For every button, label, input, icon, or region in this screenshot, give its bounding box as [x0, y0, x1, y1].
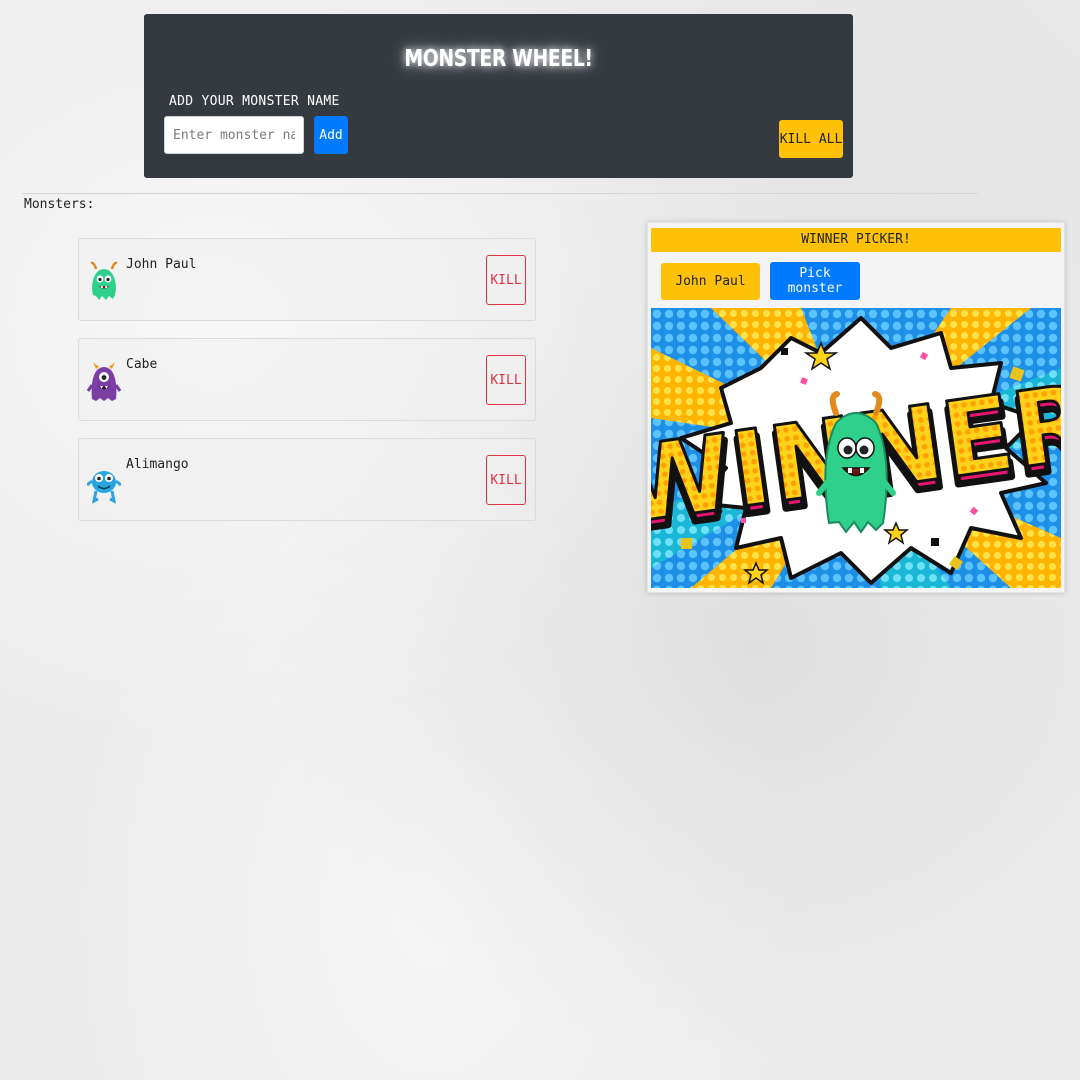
- monster-name-input[interactable]: [164, 116, 304, 154]
- kill-all-button[interactable]: KILL ALL: [779, 120, 843, 158]
- winner-picker-panel: WINNER PICKER! John Paul Pick monster: [647, 222, 1065, 593]
- monster-name: John Paul: [126, 257, 197, 272]
- kill-button[interactable]: KILL: [486, 455, 526, 505]
- monster-name: Alimango: [126, 457, 189, 472]
- pick-monster-button[interactable]: Pick monster: [770, 262, 860, 300]
- winner-picker-header: WINNER PICKER!: [651, 228, 1061, 252]
- monster-card: John Paul KILL: [78, 238, 536, 321]
- app-header: MONSTER WHEEL! ADD YOUR MONSTER NAME Add…: [144, 14, 853, 178]
- purple-monster-icon: [87, 359, 121, 405]
- monster-card: Cabe KILL: [78, 338, 536, 421]
- add-button[interactable]: Add: [314, 116, 348, 154]
- kill-button[interactable]: KILL: [486, 355, 526, 405]
- selected-winner-badge: John Paul: [661, 263, 760, 300]
- blue-monster-icon: [87, 459, 121, 505]
- monster-name: Cabe: [126, 357, 158, 372]
- kill-button[interactable]: KILL: [486, 255, 526, 305]
- green-monster-icon: [87, 259, 121, 305]
- winner-banner-image: WINNER WINNER: [651, 308, 1061, 588]
- monsters-list-title: Monsters:: [24, 197, 95, 212]
- monster-card: Alimango KILL: [78, 438, 536, 521]
- add-monster-label: ADD YOUR MONSTER NAME: [169, 94, 340, 109]
- divider: [22, 193, 978, 194]
- app-title: MONSTER WHEEL!: [404, 46, 593, 72]
